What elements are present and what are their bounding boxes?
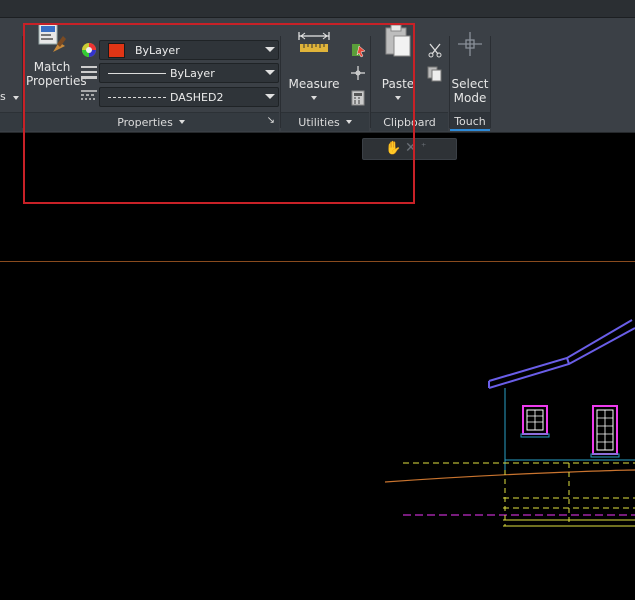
- roof-line-inner: [488, 327, 635, 389]
- window-right: [590, 405, 620, 458]
- highlight-box: [23, 23, 415, 204]
- grade-line: [384, 469, 635, 483]
- roof-line: [488, 319, 633, 382]
- wall-outline: [504, 388, 635, 470]
- window-left: [520, 405, 550, 438]
- roof-break: [566, 357, 570, 365]
